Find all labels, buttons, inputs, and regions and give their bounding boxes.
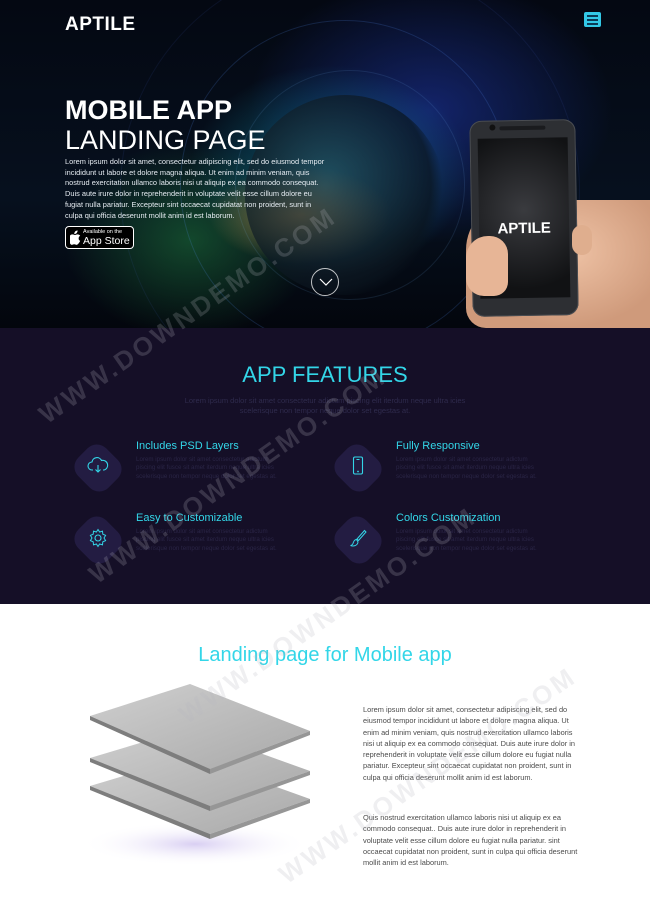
hero-section: APTILE MOBILE APP LANDING PAGE Lorem ips…: [0, 0, 650, 328]
feature-title: Includes PSD Layers: [136, 440, 239, 452]
apple-icon: [70, 230, 81, 245]
landing-title: Landing page for Mobile app: [198, 644, 452, 666]
gear-icon: [89, 528, 107, 548]
hero-title-line1: MOBILE APP: [65, 95, 233, 125]
hero-title: MOBILE APP LANDING PAGE: [65, 95, 266, 155]
feature-text: Lorem ipsum dolor sit amet consectetur a…: [136, 528, 277, 552]
landing-paragraph: Lorem ipsum dolor sit amet, consectetur …: [363, 705, 575, 782]
features-title: APP FEATURES: [242, 362, 408, 387]
feature-title: Fully Responsive: [396, 440, 480, 452]
feature-title: Colors Customization: [396, 512, 501, 524]
thumb-image: [466, 236, 508, 296]
feature-item: Includes PSD Layers Lorem ipsum dolor si…: [69, 439, 302, 500]
feature-text: Lorem ipsum dolor sit amet consectetur a…: [136, 456, 277, 480]
feature-item: Fully Responsive Lorem ipsum dolor sit a…: [329, 439, 562, 500]
site-logo[interactable]: APTILE: [65, 14, 136, 36]
app-store-label: App Store: [83, 235, 130, 247]
stacked-layers-icon: [80, 684, 310, 864]
features-subtitle: Lorem ipsum dolor sit amet consectetur a…: [184, 396, 466, 415]
hamburger-icon[interactable]: [584, 12, 601, 27]
cloud-download-icon: [87, 457, 109, 473]
landing-section: Landing page for Mobile app Lorem ipsum …: [0, 604, 650, 923]
feature-item: Easy to Customizable Lorem ipsum dolor s…: [69, 511, 302, 572]
hero-description: Lorem ipsum dolor sit amet, consectetur …: [65, 157, 325, 220]
scroll-down-button[interactable]: [311, 268, 339, 296]
landing-paragraph: Quis nostrud exercitation ullamco labori…: [363, 813, 578, 868]
chevron-down-icon: [319, 278, 333, 286]
feature-title: Easy to Customizable: [136, 512, 243, 524]
features-section: APP FEATURES Lorem ipsum dolor sit amet …: [0, 328, 650, 604]
brush-icon: [350, 529, 367, 547]
mobile-icon: [352, 456, 364, 475]
feature-item: Colors Customization Lorem ipsum dolor s…: [329, 511, 562, 572]
phone-speaker: [499, 125, 546, 131]
app-store-button[interactable]: Available on the App Store: [65, 226, 134, 249]
finger-image: [572, 225, 592, 255]
feature-text: Lorem ipsum dolor sit amet consectetur a…: [396, 528, 537, 552]
feature-text: Lorem ipsum dolor sit amet consectetur a…: [396, 456, 537, 480]
phone-brand: APTILE: [497, 219, 551, 238]
phone-camera: [489, 124, 496, 131]
hero-title-line2: LANDING PAGE: [65, 125, 266, 155]
